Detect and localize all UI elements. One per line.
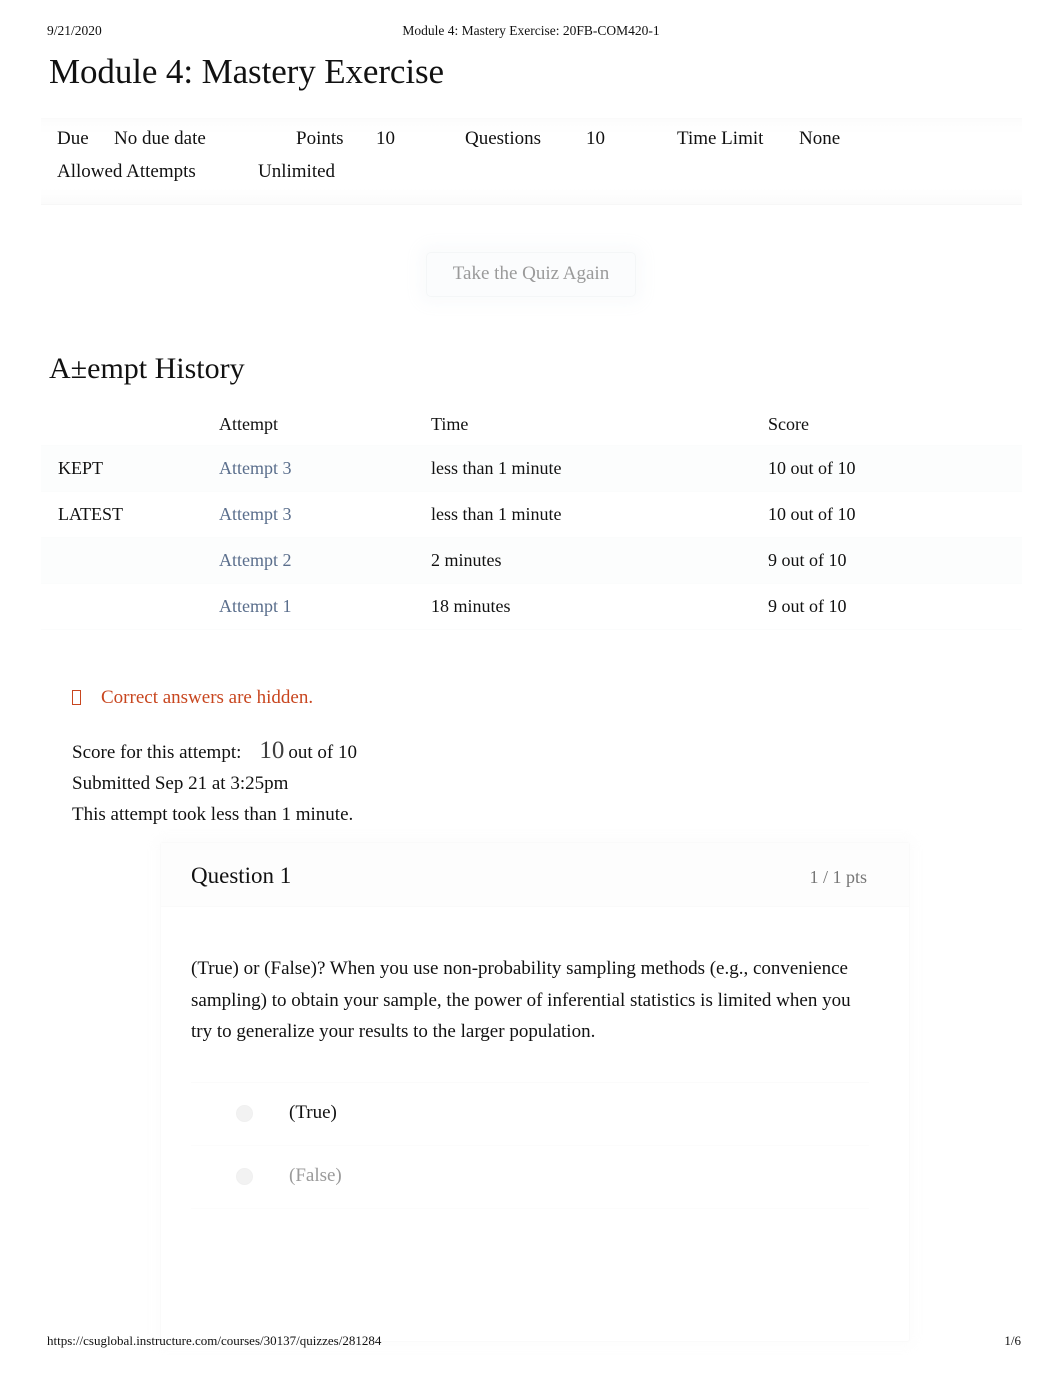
attempt-link[interactable]: Attempt 3 bbox=[219, 458, 292, 478]
retake-button-container: Take the Quiz Again bbox=[0, 252, 1062, 297]
column-header-attempt: Attempt bbox=[219, 414, 278, 434]
radio-button-icon[interactable] bbox=[236, 1167, 253, 1185]
time-limit-value: None bbox=[799, 128, 841, 149]
answer-option-true[interactable]: (True) bbox=[191, 1083, 869, 1146]
attempt-flag bbox=[41, 537, 219, 584]
column-header-score: Score bbox=[768, 414, 809, 434]
attempt-score: 9 out of 10 bbox=[768, 537, 1022, 584]
questions-label: Questions bbox=[465, 128, 541, 149]
table-row: LATEST Attempt 3 less than 1 minute 10 o… bbox=[41, 491, 1022, 538]
question-body: (True) or (False)? When you use non-prob… bbox=[161, 907, 909, 1209]
answer-list: (True) (False) bbox=[191, 1081, 869, 1209]
print-footer: https://csuglobal.instructure.com/course… bbox=[0, 1333, 1062, 1353]
table-row: Attempt 2 2 minutes 9 out of 10 bbox=[41, 537, 1022, 584]
question-points: 1 / 1 pts bbox=[809, 867, 867, 887]
allowed-attempts-label: Allowed Attempts bbox=[57, 161, 196, 182]
attempt-link[interactable]: Attempt 1 bbox=[219, 596, 292, 616]
attempt-time: less than 1 minute bbox=[431, 491, 768, 538]
radio-button-icon[interactable] bbox=[236, 1104, 253, 1122]
attempt-flag: KEPT bbox=[41, 445, 219, 492]
answer-label: (False) bbox=[289, 1164, 342, 1186]
table-row: Attempt 1 18 minutes 9 out of 10 bbox=[41, 583, 1022, 630]
attempt-flag: LATEST bbox=[41, 491, 219, 538]
quiz-details-bar: Due No due date Points 10 Questions 10 T… bbox=[41, 118, 1022, 205]
question-card: Question 1 1 / 1 pts (True) or (False)? … bbox=[160, 842, 910, 1342]
hidden-answers-notice: Correct answers are hidden. bbox=[72, 687, 313, 709]
attempt-summary: Score for this attempt: 10 out of 10 Submi… bbox=[72, 735, 357, 830]
attempt-time: 18 minutes bbox=[431, 583, 768, 630]
points-label: Points bbox=[296, 128, 344, 149]
footer-page-number: 1/6 bbox=[1004, 1333, 1021, 1348]
questions-value: 10 bbox=[586, 128, 605, 149]
attempt-time: less than 1 minute bbox=[431, 445, 768, 492]
attempt-history-heading: A±empt History bbox=[49, 352, 245, 385]
quiz-details-row-1: Due No due date Points 10 Questions 10 T… bbox=[41, 128, 1022, 161]
footer-url: https://csuglobal.instructure.com/course… bbox=[47, 1333, 382, 1348]
score-value: 10 bbox=[259, 737, 285, 764]
attempt-cell: Attempt 3 bbox=[219, 491, 431, 538]
attempt-score: 10 out of 10 bbox=[768, 445, 1022, 492]
attempt-history-body: KEPT Attempt 3 less than 1 minute 10 out… bbox=[41, 445, 1022, 630]
question-header: Question 1 1 / 1 pts bbox=[161, 843, 909, 907]
attempt-score: 9 out of 10 bbox=[768, 583, 1022, 630]
quiz-details-row-2: Allowed Attempts Unlimited bbox=[41, 161, 1022, 194]
attempt-score: 10 out of 10 bbox=[768, 491, 1022, 538]
take-quiz-again-button[interactable]: Take the Quiz Again bbox=[425, 252, 637, 297]
score-suffix: out of 10 bbox=[288, 742, 357, 763]
time-limit-label: Time Limit bbox=[677, 128, 764, 149]
column-header-time: Time bbox=[431, 414, 469, 434]
table-header-row: Attempt Time Score bbox=[41, 410, 1022, 446]
question-text: (True) or (False)? When you use non-prob… bbox=[191, 958, 851, 1042]
attempt-link[interactable]: Attempt 3 bbox=[219, 504, 292, 524]
duration-line: This attempt took less than 1 minute. bbox=[72, 804, 354, 825]
allowed-attempts-value: Unlimited bbox=[258, 161, 336, 182]
print-document-title: Module 4: Mastery Exercise: 20FB-COM420-… bbox=[402, 23, 660, 38]
attempt-history-table: Attempt Time Score KEPT Attempt 3 less t… bbox=[41, 410, 1022, 630]
submitted-line: Submitted Sep 21 at 3:25pm bbox=[72, 773, 289, 794]
score-label: Score for this attempt: bbox=[72, 742, 242, 763]
attempt-time: 2 minutes bbox=[431, 537, 768, 584]
due-value: No due date bbox=[114, 128, 206, 149]
answer-label: (True) bbox=[289, 1101, 337, 1123]
missing-glyph-icon bbox=[72, 690, 81, 705]
attempt-cell: Attempt 2 bbox=[219, 537, 431, 584]
attempt-link[interactable]: Attempt 2 bbox=[219, 550, 292, 570]
due-label: Due bbox=[57, 128, 89, 149]
print-header: 9/21/2020 Module 4: Mastery Exercise: 20… bbox=[0, 23, 1062, 43]
hidden-answers-notice-text: Correct answers are hidden. bbox=[101, 687, 314, 708]
score-for-attempt-line: Score for this attempt: 10 out of 10 bbox=[72, 735, 357, 768]
attempt-flag bbox=[41, 583, 219, 630]
attempt-cell: Attempt 3 bbox=[219, 445, 431, 492]
points-value: 10 bbox=[376, 128, 395, 149]
question-title: Question 1 bbox=[191, 863, 292, 888]
page-title: Module 4: Mastery Exercise bbox=[49, 52, 444, 91]
attempt-cell: Attempt 1 bbox=[219, 583, 431, 630]
table-row: KEPT Attempt 3 less than 1 minute 10 out… bbox=[41, 445, 1022, 492]
answer-option-false[interactable]: (False) bbox=[191, 1146, 869, 1209]
attempt-history-head: Attempt Time Score bbox=[41, 410, 1022, 446]
column-header-flag bbox=[41, 410, 219, 446]
